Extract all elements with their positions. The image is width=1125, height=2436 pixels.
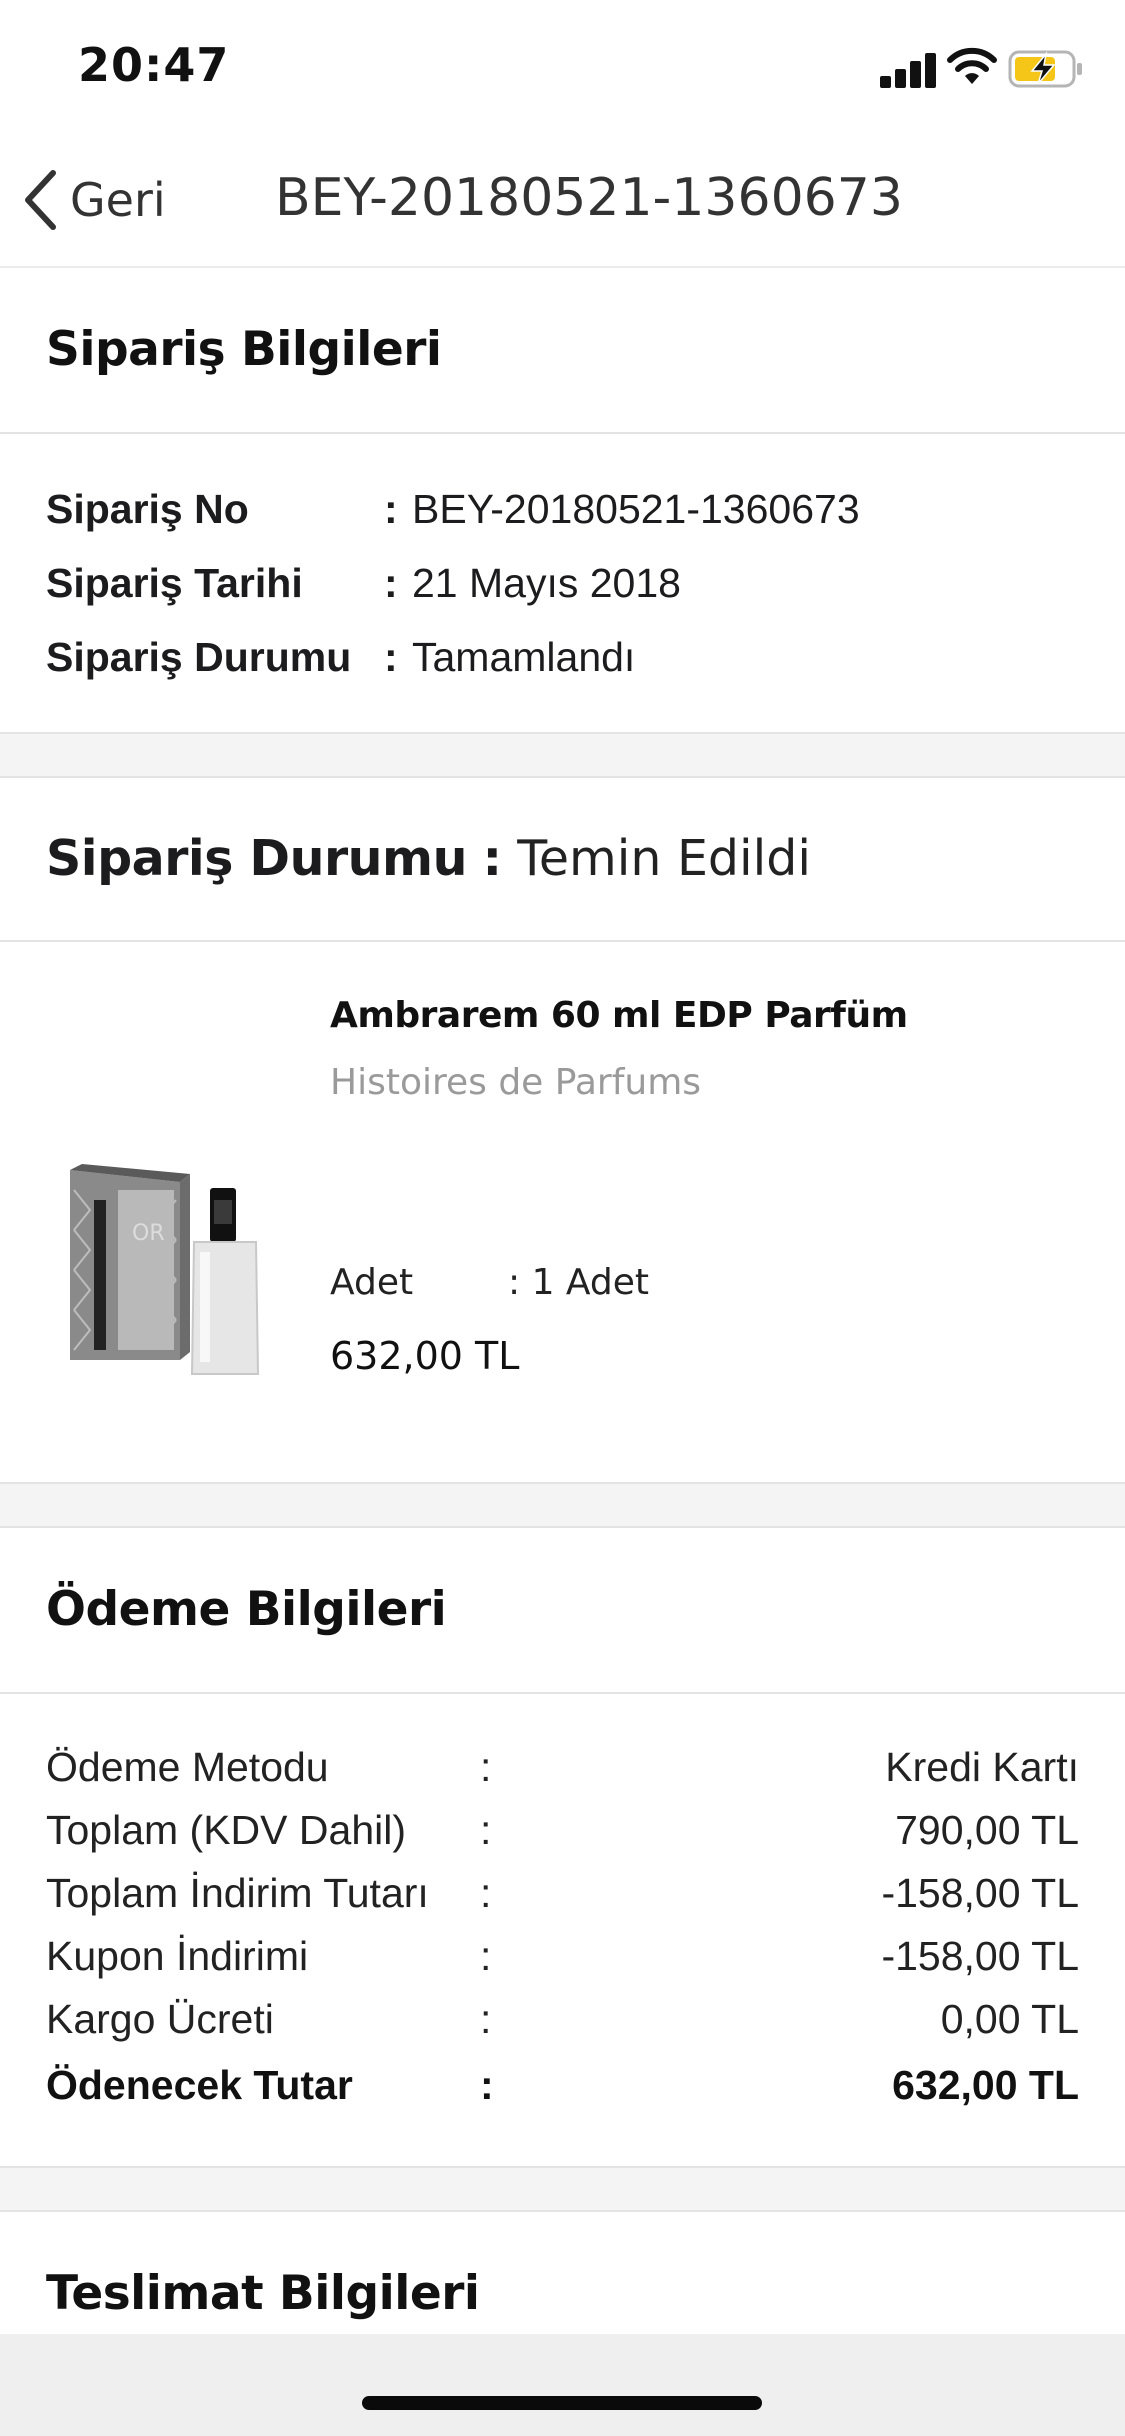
section-divider	[0, 732, 1125, 778]
status-bar: 20:47	[0, 0, 1125, 132]
payment-row: Ödenecek Tutar : 632,00 TL	[0, 2062, 1125, 2122]
shipment-status-line: Sipariş Durumu : Temin Edildi	[46, 830, 811, 887]
delivery-info-title: Teslimat Bilgileri	[46, 2266, 480, 2321]
delivery-info-header: Teslimat Bilgileri	[0, 2212, 1125, 2352]
total-incl-vat-colon: :	[480, 1807, 492, 1853]
shipping-fee-label: Kargo Ücreti	[46, 1996, 274, 2042]
payment-row: Toplam İndirim Tutarı : -158,00 TL	[0, 1870, 1125, 1930]
quantity-value: : 1 Adet	[508, 1262, 650, 1303]
payment-row: Kargo Ücreti : 0,00 TL	[0, 1996, 1125, 2056]
quantity-label: Adet	[330, 1262, 414, 1303]
payment-method-label: Ödeme Metodu	[46, 1744, 329, 1790]
coupon-discount-value: -158,00 TL	[881, 1933, 1079, 1979]
shipping-fee-colon: :	[480, 1996, 492, 2042]
product-name[interactable]: Ambrarem 60 ml EDP Parfüm	[330, 995, 908, 1036]
home-indicator[interactable]	[362, 2396, 762, 2410]
product-brand: Histoires de Parfums	[330, 1062, 702, 1103]
status-time: 20:47	[78, 38, 230, 92]
order-status-value: Tamamlandı	[412, 634, 636, 680]
wifi-icon	[947, 47, 997, 84]
product-price: 632,00 TL	[330, 1334, 520, 1378]
payment-row: Toplam (KDV Dahil) : 790,00 TL	[0, 1807, 1125, 1867]
home-indicator-area	[0, 2334, 1125, 2436]
shipping-fee-value: 0,00 TL	[940, 1996, 1079, 2042]
page-title: BEY-20180521-1360673	[275, 168, 903, 228]
order-date-value: 21 Mayıs 2018	[412, 560, 681, 606]
navigation-bar: Geri BEY-20180521-1360673	[0, 132, 1125, 268]
total-discount-label: Toplam İndirim Tutarı	[46, 1870, 429, 1916]
amount-due-label: Ödenecek Tutar	[46, 2062, 353, 2108]
section-divider	[0, 1482, 1125, 1528]
order-no-value: BEY-20180521-1360673	[412, 486, 860, 532]
product-image[interactable]: OR	[60, 1160, 260, 1380]
payment-info-header: Ödeme Bilgileri	[0, 1528, 1125, 1694]
order-date-label: Sipariş Tarihi	[46, 560, 303, 606]
total-discount-colon: :	[480, 1870, 492, 1916]
payment-method-value: Kredi Kartı	[885, 1744, 1079, 1790]
order-no-colon: :	[384, 486, 398, 532]
order-status-label: Sipariş Durumu	[46, 634, 352, 680]
order-date-colon: :	[384, 560, 398, 606]
payment-row: Ödeme Metodu : Kredi Kartı	[0, 1744, 1125, 1804]
order-info-header: Sipariş Bilgileri	[0, 268, 1125, 434]
payment-row: Kupon İndirimi : -158,00 TL	[0, 1933, 1125, 1993]
coupon-discount-colon: :	[480, 1933, 492, 1979]
total-incl-vat-value: 790,00 TL	[895, 1807, 1079, 1853]
total-incl-vat-label: Toplam (KDV Dahil)	[46, 1807, 406, 1853]
shipment-status-colon: :	[482, 830, 503, 887]
payment-method-colon: :	[480, 1744, 492, 1790]
back-label: Geri	[70, 173, 166, 227]
shipment-status-label: Sipariş Durumu	[46, 830, 467, 887]
amount-due-colon: :	[480, 2062, 494, 2108]
shipment-status-value: Temin Edildi	[517, 830, 811, 887]
payment-info-title: Ödeme Bilgileri	[46, 1582, 447, 1637]
svg-text:OR: OR	[132, 1221, 165, 1246]
back-button[interactable]: Geri	[20, 160, 190, 240]
amount-due-value: 632,00 TL	[892, 2062, 1079, 2108]
section-divider	[0, 2166, 1125, 2212]
coupon-discount-label: Kupon İndirimi	[46, 1933, 309, 1979]
battery-charging-icon	[1008, 50, 1082, 88]
order-no-label: Sipariş No	[46, 486, 249, 532]
total-discount-value: -158,00 TL	[881, 1870, 1079, 1916]
shipment-status-header: Sipariş Durumu : Temin Edildi	[0, 778, 1125, 942]
order-info-title: Sipariş Bilgileri	[46, 322, 442, 377]
order-status-colon: :	[384, 634, 398, 680]
signal-icon	[880, 52, 936, 88]
chevron-left-icon	[25, 170, 56, 230]
